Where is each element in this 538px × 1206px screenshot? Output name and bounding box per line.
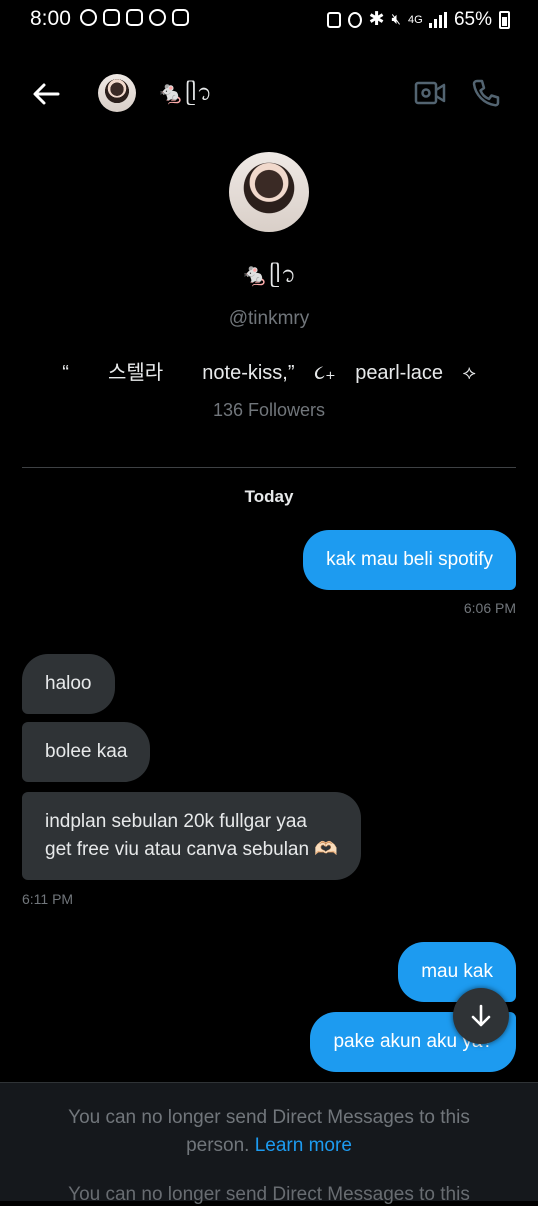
instagram-icon: [126, 9, 143, 26]
status-bar: 8:00 ✱ 🔇︎ 4G 65%: [0, 0, 538, 38]
message-timestamp: 6:11 PM: [22, 891, 74, 907]
divider: [22, 467, 516, 468]
alarm-icon: [347, 11, 362, 28]
system-indicators: ✱ 🔇︎ 4G 65%: [326, 8, 510, 31]
instagram-icon: [172, 9, 189, 26]
status-time: 8:00: [30, 7, 71, 30]
profile-name: 🐁ᥫ᭡: [241, 262, 297, 287]
learn-more-link[interactable]: Learn more: [255, 1135, 352, 1156]
app-notification-icon: [103, 9, 120, 26]
scroll-to-bottom-button[interactable]: [453, 988, 509, 1044]
mute-icon: 🔇︎: [391, 11, 401, 28]
phone-icon[interactable]: [471, 78, 501, 108]
chat-notification-icon: [80, 9, 97, 26]
signal-icon: [428, 11, 447, 28]
message-bubble-outgoing[interactable]: kak mau beli spotify: [303, 530, 516, 590]
message-timestamp: 6:06 PM: [463, 600, 516, 616]
message-bubble-incoming[interactable]: haloo: [22, 654, 115, 714]
battery-icon: [499, 10, 510, 29]
whatsapp-icon: [149, 9, 166, 26]
bluetooth-icon: ✱: [368, 9, 385, 30]
header-username[interactable]: 🐁ᥫ᭡: [157, 76, 213, 116]
notification-icons: [80, 9, 189, 26]
back-arrow-icon[interactable]: [30, 78, 62, 110]
dm-disabled-notice: You can no longer send Direct Messages t…: [40, 1104, 498, 1160]
profile-bio: “ 스텔라 note-kiss,” ૮₊ pearl-lace ⟡: [62, 362, 476, 384]
header-avatar[interactable]: [98, 74, 136, 112]
message-bubble-incoming[interactable]: bolee kaa: [22, 722, 151, 782]
profile-handle[interactable]: @tinkmry: [0, 308, 538, 330]
followers-count[interactable]: 136 Followers: [0, 400, 538, 421]
nfc-icon: [326, 11, 341, 28]
dm-disabled-notice-duplicate: You can no longer send Direct Messages t…: [68, 1184, 470, 1205]
network-type: 4G: [407, 13, 423, 26]
message-bubble-outgoing[interactable]: mau kak: [398, 942, 516, 1002]
profile-avatar[interactable]: [229, 152, 309, 232]
date-divider: Today: [244, 487, 294, 506]
video-call-icon[interactable]: [414, 79, 446, 107]
battery-percent: 65%: [453, 8, 492, 30]
scroll-down-icon: [471, 1004, 491, 1027]
message-bubble-incoming[interactable]: indplan sebulan 20k fullgar yaa get free…: [22, 792, 362, 880]
